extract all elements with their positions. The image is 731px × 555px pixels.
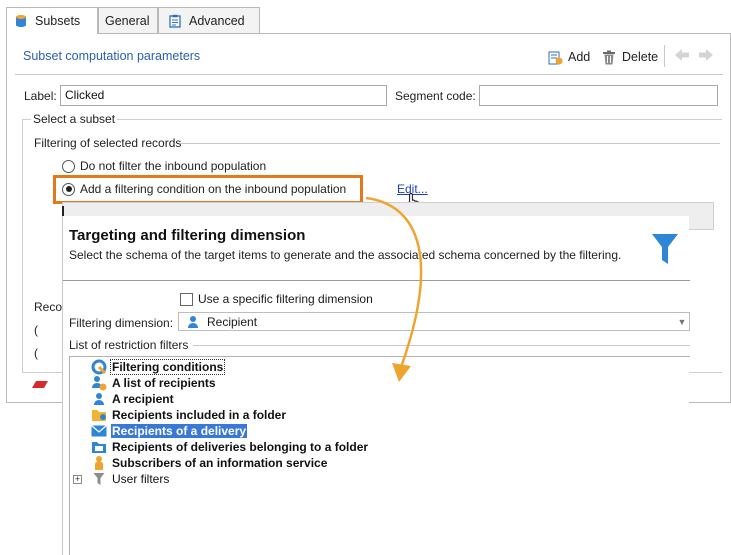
tab-subsets-label: Subsets: [35, 14, 81, 28]
tab-subsets[interactable]: Subsets: [6, 7, 98, 34]
database-icon: [13, 13, 29, 29]
callout-arrow: [365, 196, 423, 382]
